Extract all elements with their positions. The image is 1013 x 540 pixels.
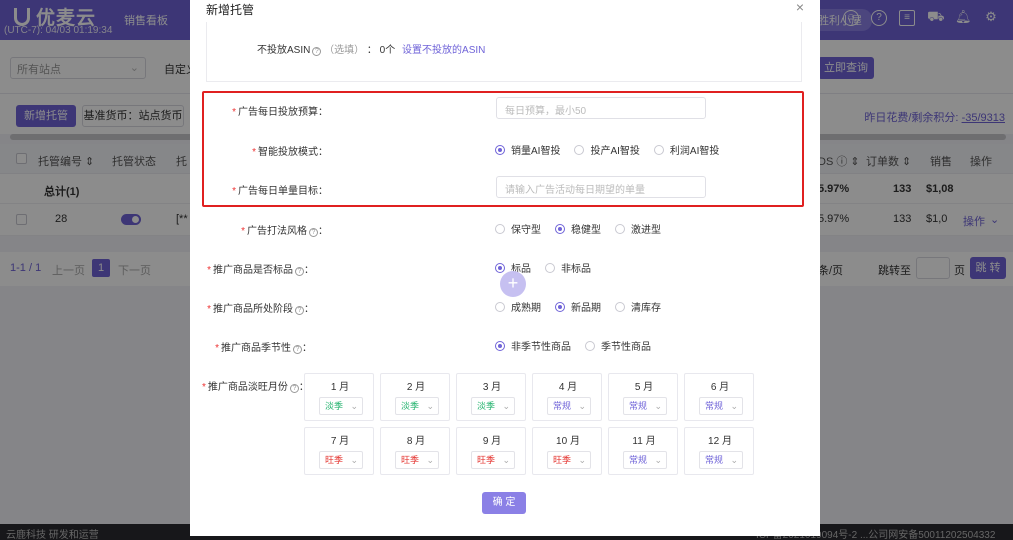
months-label: 推广商品淡旺月份 [207,382,288,393]
month-card: 2 月淡季 ⌄ [380,373,450,421]
month-status-select[interactable]: 常规 ⌄ [623,451,667,469]
chevron-down-icon: ⌄ [578,455,586,465]
month-status-select[interactable]: 旺季 ⌄ [395,451,439,469]
month-status-value: 旺季 [553,455,572,465]
month-status-value: 常规 [629,455,648,465]
standard-option-no[interactable]: 非标品 [545,260,591,275]
modal-title: 新增托管 [206,3,255,17]
asin-count: ： 0个 [366,45,396,56]
stage-option-clearance[interactable]: 清库存 [615,299,661,314]
month-status-select[interactable]: 淡季 ⌄ [395,397,439,415]
month-status-select[interactable]: 常规 ⌄ [699,397,743,415]
month-card: 3 月淡季 ⌄ [456,373,526,421]
exclude-asin-row: 不投放ASIN? （选填） ： 0个 设置不投放的ASIN [257,41,485,56]
chevron-down-icon: ⌄ [426,455,434,465]
help-icon[interactable]: ? [295,306,304,315]
month-status-select[interactable]: 旺季 ⌄ [319,451,363,469]
month-status-select[interactable]: 淡季 ⌄ [319,397,363,415]
month-card: 10 月旺季 ⌄ [532,427,602,475]
month-name: 4 月 [558,382,578,393]
month-card: 8 月旺季 ⌄ [380,427,450,475]
chevron-down-icon: ⌄ [350,401,358,411]
add-icon[interactable]: + [500,271,526,297]
stage-label: 推广商品所处阶段 [213,304,293,315]
month-name: 2 月 [406,382,426,393]
help-icon[interactable]: ? [293,345,302,354]
close-icon[interactable]: × [796,0,804,15]
chevron-down-icon: ⌄ [654,401,662,411]
chevron-down-icon: ⌄ [426,401,434,411]
help-icon[interactable]: ? [309,228,318,237]
month-status-value: 淡季 [401,401,420,411]
month-status-value: 旺季 [477,455,496,465]
month-status-value: 常规 [705,401,724,411]
month-card: 12 月常规 ⌄ [684,427,754,475]
month-card: 4 月常规 ⌄ [532,373,602,421]
style-option-aggressive[interactable]: 激进型 [615,221,661,236]
month-name: 8 月 [406,436,426,447]
chevron-down-icon: ⌄ [350,455,358,465]
month-name: 3 月 [482,382,502,393]
month-status-select[interactable]: 常规 ⌄ [699,451,743,469]
month-name: 7 月 [330,436,350,447]
month-card: 9 月旺季 ⌄ [456,427,526,475]
month-card: 11 月常规 ⌄ [608,427,678,475]
help-icon[interactable]: ? [289,384,299,393]
chevron-down-icon: ⌄ [730,455,738,465]
month-name: 12 月 [708,436,732,447]
chevron-down-icon: ⌄ [578,401,586,411]
month-name: 10 月 [556,436,580,447]
month-card: 1 月淡季 ⌄ [304,373,374,421]
month-status-value: 常规 [629,401,648,411]
help-icon[interactable]: ? [295,267,304,276]
season-label: 推广商品季节性 [221,343,291,354]
month-card: 5 月常规 ⌄ [608,373,678,421]
month-status-select[interactable]: 旺季 ⌄ [547,451,591,469]
stage-option-mature[interactable]: 成熟期 [495,299,541,314]
month-status-value: 旺季 [325,455,344,465]
month-name: 11 月 [632,436,656,447]
asin-optional: （选填） [324,45,365,56]
style-option-steady[interactable]: 稳健型 [555,221,601,236]
chevron-down-icon: ⌄ [730,401,738,411]
month-name: 6 月 [710,382,730,393]
season-option-nonseasonal[interactable]: 非季节性商品 [495,338,571,353]
style-option-conservative[interactable]: 保守型 [495,221,541,236]
stage-option-new[interactable]: 新品期 [555,299,601,314]
style-radio-group: 保守型 稳健型 激进型 [495,221,675,236]
set-exclude-asin-link[interactable]: 设置不投放的ASIN [402,45,485,56]
confirm-button[interactable]: 确 定 [482,492,526,514]
month-status-value: 常规 [553,401,572,411]
month-card: 6 月常规 ⌄ [684,373,754,421]
month-status-value: 旺季 [401,455,420,465]
stage-radio-group: 成熟期 新品期 清库存 [495,299,675,314]
month-name: 5 月 [634,382,654,393]
chevron-down-icon: ⌄ [654,455,662,465]
chevron-down-icon: ⌄ [502,401,510,411]
month-status-value: 淡季 [325,401,344,411]
season-option-seasonal[interactable]: 季节性商品 [585,338,651,353]
new-hosting-modal: 新增托管 × 不投放ASIN? （选填） ： 0个 设置不投放的ASIN * 广告… [190,0,820,536]
month-card: 7 月旺季 ⌄ [304,427,374,475]
month-name: 9 月 [482,436,502,447]
month-status-select[interactable]: 常规 ⌄ [623,397,667,415]
season-radio-group: 非季节性商品 季节性商品 [495,338,665,353]
month-name: 1 月 [330,382,350,393]
standard-label: 推广商品是否标品 [213,265,293,276]
month-status-select[interactable]: 常规 ⌄ [547,397,591,415]
help-icon[interactable]: ? [312,47,322,56]
chevron-down-icon: ⌄ [502,455,510,465]
month-status-select[interactable]: 淡季 ⌄ [471,397,515,415]
month-status-value: 常规 [705,455,724,465]
style-label: 广告打法风格 [247,226,307,237]
asin-label: 不投放ASIN [257,45,311,56]
annotation-highlight [202,91,804,207]
month-status-value: 淡季 [477,401,496,411]
month-status-select[interactable]: 旺季 ⌄ [471,451,515,469]
